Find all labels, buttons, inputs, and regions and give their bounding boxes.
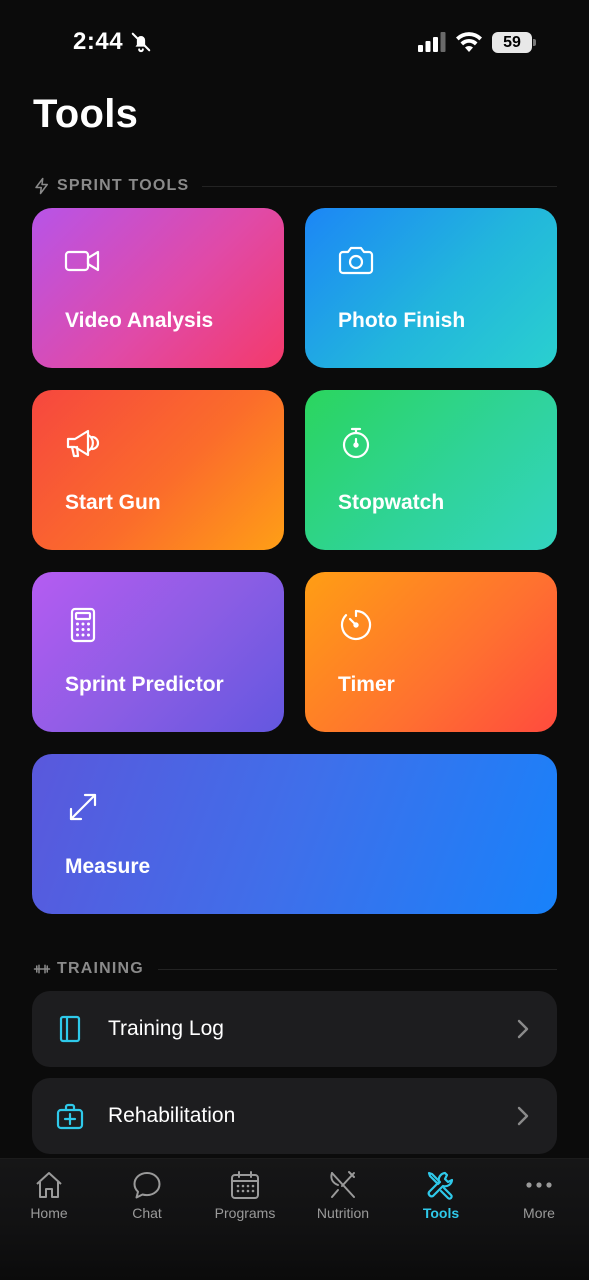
- fork-knife-icon: [330, 1171, 355, 1198]
- video-camera-icon: [64, 250, 100, 272]
- wrench-screwdriver-icon: [427, 1171, 454, 1200]
- rehabilitation-row[interactable]: Rehabilitation: [32, 1078, 557, 1154]
- tab-programs-label: Programs: [214, 1205, 276, 1221]
- section-header-sprint-tools: SPRINT TOOLS: [33, 176, 189, 196]
- training-log-row[interactable]: Training Log: [32, 991, 557, 1067]
- expand-arrows-icon: [69, 793, 97, 821]
- home-icon: [36, 1172, 62, 1198]
- dumbbell-icon: [33, 964, 51, 974]
- tab-tools[interactable]: Tools: [392, 1167, 490, 1231]
- sprint-predictor-card[interactable]: Sprint Predictor: [32, 572, 284, 732]
- tab-home-label: Home: [30, 1205, 68, 1221]
- signal-icon: [418, 32, 446, 52]
- video-analysis-label: Video Analysis: [65, 309, 214, 332]
- tab-chat[interactable]: Chat: [98, 1167, 196, 1231]
- tab-tools-label: Tools: [422, 1205, 460, 1221]
- camera-icon: [338, 246, 374, 275]
- stopwatch-icon: [342, 427, 370, 459]
- tab-home[interactable]: Home: [0, 1167, 98, 1231]
- notebook-icon: [59, 1015, 81, 1043]
- battery-level: 59: [503, 33, 521, 51]
- stopwatch-card[interactable]: Stopwatch: [305, 390, 557, 550]
- timer-label: Timer: [338, 673, 395, 696]
- photo-finish-label: Photo Finish: [338, 309, 466, 332]
- measure-label: Measure: [65, 855, 151, 878]
- section-divider: [158, 969, 557, 970]
- calculator-icon: [70, 607, 96, 643]
- calendar-icon: [231, 1171, 259, 1199]
- video-analysis-card[interactable]: Video Analysis: [32, 208, 284, 368]
- stopwatch-label: Stopwatch: [338, 491, 445, 514]
- section-header-training: TRAINING: [33, 959, 144, 979]
- rehabilitation-label: Rehabilitation: [108, 1104, 236, 1127]
- status-time: 2:44: [73, 28, 124, 55]
- megaphone-icon: [66, 429, 100, 458]
- section-label: TRAINING: [57, 960, 144, 977]
- bell-slash-icon: [131, 32, 151, 53]
- more-dots-icon: [526, 1182, 552, 1188]
- training-log-label: Training Log: [108, 1017, 224, 1040]
- section-divider: [202, 186, 557, 187]
- tab-more[interactable]: More: [490, 1167, 588, 1231]
- chevron-right-icon: [517, 1019, 529, 1039]
- section-label: SPRINT TOOLS: [57, 177, 190, 194]
- timer-icon: [340, 609, 372, 641]
- tab-nutrition[interactable]: Nutrition: [294, 1167, 392, 1231]
- status-bar: 2:44 59: [0, 0, 589, 88]
- page-title: Tools: [33, 92, 139, 136]
- wifi-icon: [456, 32, 482, 52]
- start-gun-card[interactable]: Start Gun: [32, 390, 284, 550]
- battery-indicator: 59: [492, 32, 536, 53]
- start-gun-label: Start Gun: [65, 491, 161, 514]
- tab-bar: Home Chat Programs Nutrition Tools More: [0, 1158, 589, 1280]
- medical-kit-icon: [56, 1103, 84, 1130]
- tab-programs[interactable]: Programs: [196, 1167, 294, 1231]
- tab-more-label: More: [523, 1205, 555, 1221]
- photo-finish-card[interactable]: Photo Finish: [305, 208, 557, 368]
- lightning-icon: [35, 177, 48, 195]
- measure-card[interactable]: Measure: [32, 754, 557, 914]
- tab-chat-label: Chat: [132, 1205, 162, 1221]
- tab-nutrition-label: Nutrition: [316, 1205, 370, 1221]
- chevron-right-icon: [517, 1106, 529, 1126]
- tools-screen: 2:44 59 Tools SPRINT TOOLS Video Analysi…: [0, 0, 589, 1280]
- chat-bubble-icon: [133, 1172, 161, 1199]
- timer-card[interactable]: Timer: [305, 572, 557, 732]
- sprint-predictor-label: Sprint Predictor: [65, 673, 224, 696]
